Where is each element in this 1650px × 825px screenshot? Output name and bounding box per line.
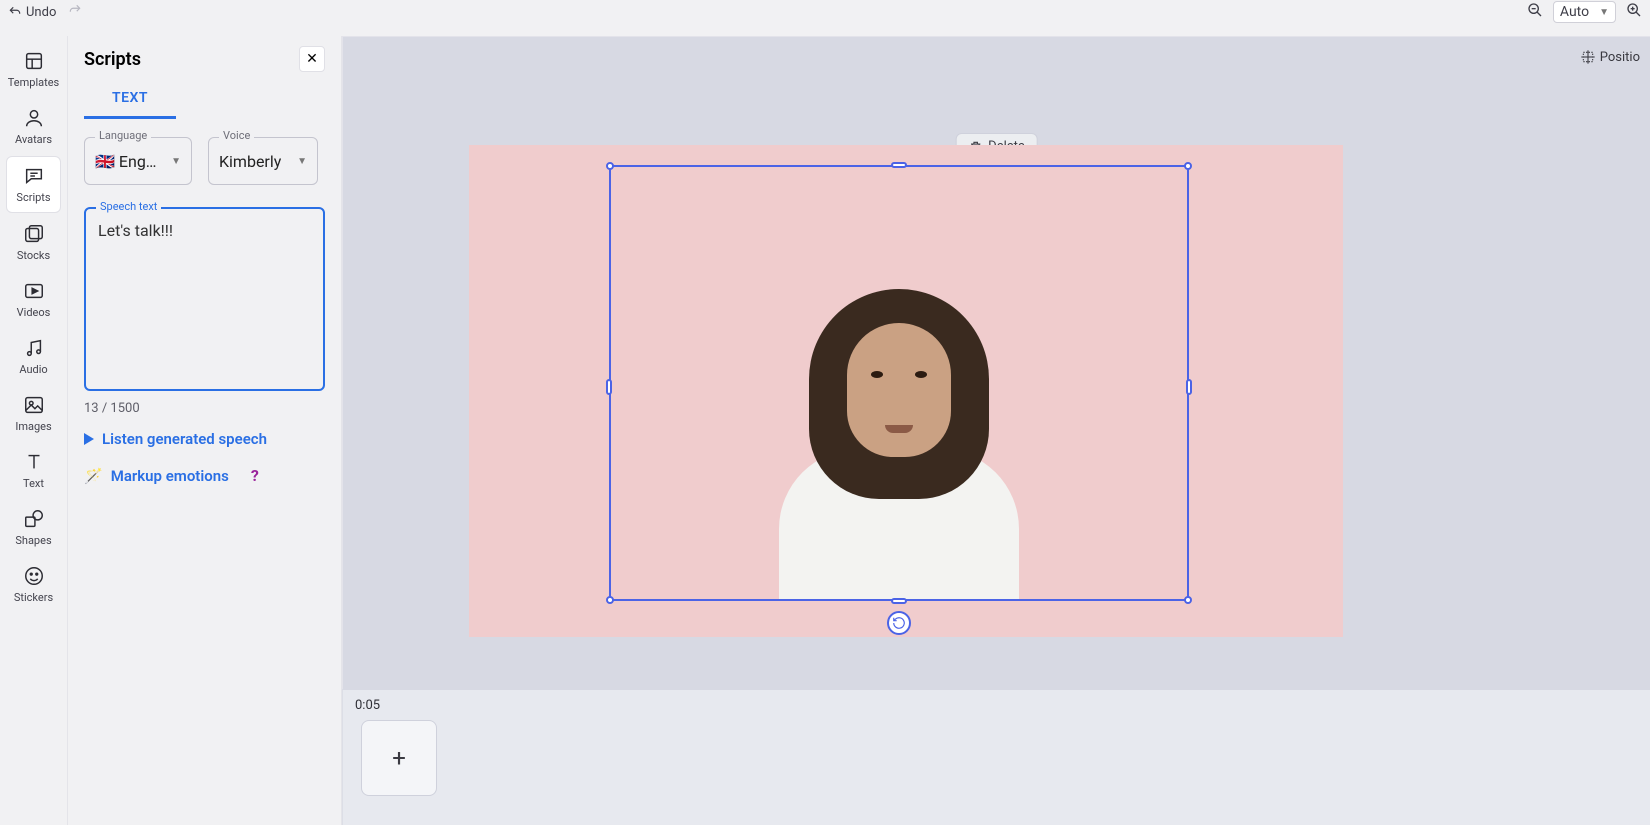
position-button[interactable]: Positio: [1580, 49, 1640, 65]
image-icon: [23, 394, 45, 416]
rail-item-images[interactable]: Images: [6, 386, 61, 441]
plus-icon: +: [392, 744, 406, 772]
rail-item-label: Avatars: [15, 133, 52, 146]
rail-item-label: Stickers: [14, 591, 53, 604]
rail-item-shapes[interactable]: Shapes: [6, 500, 61, 555]
resize-handle-l[interactable]: [606, 379, 612, 395]
position-icon: [1580, 49, 1596, 65]
char-count: 13 / 1500: [84, 401, 325, 416]
speech-label: Speech text: [96, 200, 161, 213]
rail-item-label: Images: [15, 420, 51, 433]
rail-item-videos[interactable]: Videos: [6, 272, 61, 327]
tab-text[interactable]: TEXT: [84, 80, 176, 119]
redo-icon: [68, 3, 82, 17]
chevron-down-icon: ▼: [171, 156, 181, 167]
listen-label: Listen generated speech: [102, 430, 267, 448]
avatar-icon: [23, 107, 45, 129]
rail-item-label: Stocks: [17, 249, 50, 262]
rail-item-avatars[interactable]: Avatars: [6, 99, 61, 154]
language-label: Language: [95, 129, 151, 142]
resize-handle-br[interactable]: [1184, 596, 1192, 604]
text-icon: [23, 451, 45, 473]
timeline: 0:05 +: [342, 689, 1650, 825]
resize-handle-b[interactable]: [891, 598, 907, 604]
play-icon: [84, 433, 94, 445]
sticker-icon: [23, 565, 45, 587]
position-label: Positio: [1600, 50, 1640, 65]
time-label: 0:05: [355, 698, 380, 713]
language-select[interactable]: Language 🇬🇧 Eng… ▼: [84, 137, 192, 185]
rail-item-templates[interactable]: Templates: [6, 42, 61, 97]
chevron-down-icon: ▼: [1599, 7, 1609, 18]
rail-item-scripts[interactable]: Scripts: [6, 156, 61, 213]
rotate-icon: [892, 616, 906, 630]
zoom-value: Auto: [1560, 4, 1589, 20]
shapes-icon: [23, 508, 45, 530]
undo-icon: [8, 5, 22, 19]
add-slide-button[interactable]: +: [361, 720, 437, 796]
rail-item-label: Text: [23, 477, 44, 490]
rail-item-label: Scripts: [16, 191, 50, 204]
language-value: 🇬🇧 Eng…: [95, 152, 157, 171]
scripts-panel: Scripts ✕ TEXT Language 🇬🇧 Eng… ▼ Voice …: [68, 36, 342, 825]
voice-select[interactable]: Voice Kimberly ▼: [208, 137, 318, 185]
listen-speech-button[interactable]: Listen generated speech: [84, 430, 325, 448]
canvas[interactable]: Positio Delete: [342, 36, 1650, 689]
stocks-icon: [23, 223, 45, 245]
zoom-in-icon: [1626, 2, 1642, 18]
rail-item-text[interactable]: Text: [6, 443, 61, 498]
rail-item-label: Shapes: [15, 534, 51, 547]
help-icon[interactable]: ?: [251, 466, 259, 485]
resize-handle-tl[interactable]: [606, 162, 614, 170]
speech-text-input[interactable]: Speech text Let's talk!!!: [84, 207, 325, 391]
undo-button[interactable]: Undo: [8, 5, 56, 20]
audio-icon: [23, 337, 45, 359]
avatar-image: [769, 269, 1029, 599]
zoom-select[interactable]: Auto ▼: [1553, 1, 1616, 23]
markup-label: Markup emotions: [111, 467, 229, 485]
rail-item-label: Videos: [17, 306, 51, 319]
resize-handle-r[interactable]: [1186, 379, 1192, 395]
close-panel-button[interactable]: ✕: [299, 46, 325, 72]
rail-item-label: Templates: [8, 76, 59, 89]
redo-button[interactable]: [68, 3, 82, 21]
panel-title: Scripts: [84, 49, 141, 70]
resize-handle-tr[interactable]: [1184, 162, 1192, 170]
voice-value: Kimberly: [219, 152, 281, 171]
close-icon: ✕: [306, 51, 318, 67]
resize-handle-t[interactable]: [891, 162, 907, 168]
tool-rail: Templates Avatars Scripts Stocks Videos …: [0, 36, 68, 825]
video-icon: [23, 280, 45, 302]
voice-label: Voice: [219, 129, 254, 142]
rail-item-label: Audio: [19, 363, 47, 376]
rail-item-stocks[interactable]: Stocks: [6, 215, 61, 270]
wand-icon: 🪄: [84, 467, 103, 485]
rail-item-stickers[interactable]: Stickers: [6, 557, 61, 612]
zoom-in-button[interactable]: [1626, 2, 1642, 22]
markup-emotions-button[interactable]: 🪄 Markup emotions ?: [84, 466, 325, 485]
zoom-out-icon: [1527, 2, 1543, 18]
chevron-down-icon: ▼: [297, 156, 307, 167]
scripts-icon: [23, 165, 45, 187]
rail-item-audio[interactable]: Audio: [6, 329, 61, 384]
undo-label: Undo: [26, 5, 56, 20]
speech-text-value: Let's talk!!!: [98, 221, 173, 240]
rotate-handle[interactable]: [887, 611, 911, 635]
resize-handle-bl[interactable]: [606, 596, 614, 604]
templates-icon: [23, 50, 45, 72]
zoom-out-button[interactable]: [1527, 2, 1543, 22]
selection-frame[interactable]: [609, 165, 1189, 601]
